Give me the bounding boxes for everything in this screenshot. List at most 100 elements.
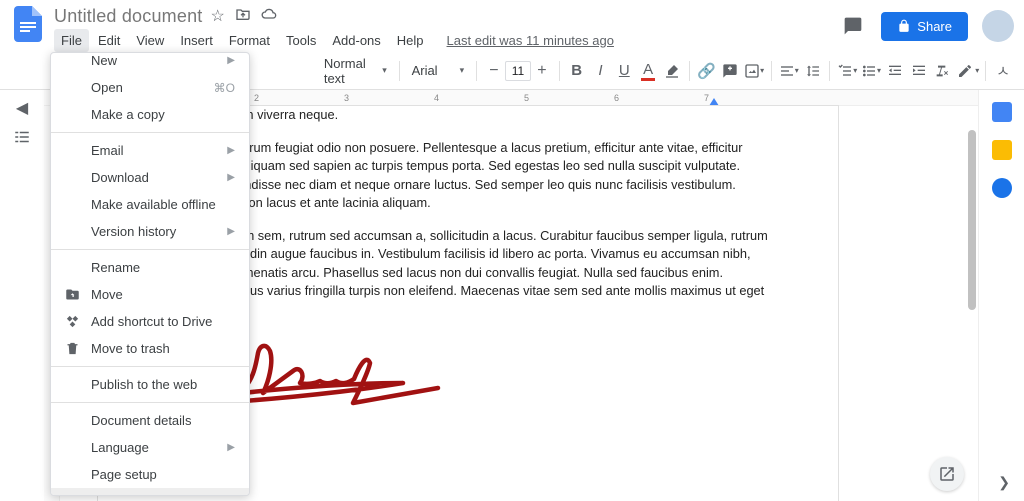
decrease-indent-button[interactable] [884,58,906,84]
checklist-button[interactable]: ▾ [836,58,858,84]
file-menu-item[interactable]: Version history ▶ [51,218,249,245]
menu-item-label: Language [91,440,217,455]
menu-item-label: Download [91,170,217,185]
paragraph: Morbi in viverra neque. [208,106,768,125]
menu-addons[interactable]: Add-ons [325,29,387,52]
docs-logo[interactable] [10,6,46,42]
menu-item-label: Make a copy [91,107,235,122]
menu-item-label: Version history [91,224,217,239]
trash-icon [63,341,81,356]
bold-button[interactable]: B [566,58,588,84]
file-menu-item[interactable]: Make a copy [51,101,249,128]
clear-formatting-button[interactable] [931,58,953,84]
last-edit-link[interactable]: Last edit was 11 minutes ago [447,33,614,48]
outline-toggle-icon[interactable]: ◀ [16,98,28,118]
open-comments-button[interactable] [839,12,867,40]
menu-insert[interactable]: Insert [173,29,220,52]
insert-link-button[interactable]: 🔗 [696,58,718,84]
submenu-arrow-icon: ▶ [227,172,235,183]
star-icon[interactable]: ☆ [210,6,224,27]
share-label: Share [917,19,952,34]
line-spacing-button[interactable] [802,58,824,84]
move-folder-icon[interactable] [235,6,251,27]
file-menu-item[interactable]: Make available offline [51,191,249,218]
italic-button[interactable]: I [590,58,612,84]
drive-status-icon[interactable] [261,6,277,27]
share-button[interactable]: Share [881,12,968,41]
left-rail: ◀ [0,90,44,501]
menu-item-label: Make available offline [91,197,235,212]
bulleted-list-button[interactable]: ▾ [860,58,882,84]
menubar: File Edit View Insert Format Tools Add-o… [54,29,839,52]
hide-menus-button[interactable]: ㅅ [992,58,1014,84]
paragraph: Sed rutrum feugiat odio non posuere. Pel… [208,139,768,213]
print-icon [63,494,81,496]
header-bar: Untitled document ☆ File Edit View Inser… [0,0,1024,52]
document-title[interactable]: Untitled document [54,6,202,27]
file-menu-item[interactable]: Publish to the web [51,371,249,398]
paragraph-style-select[interactable]: Normal text ▾ [318,58,393,84]
shortcut-icon [63,314,81,329]
menu-item-label: Rename [91,260,235,275]
paragraph: In lorem sem, rutrum sed accumsan a, sol… [208,227,768,320]
align-button[interactable]: ▾ [778,58,800,84]
file-menu-item[interactable]: Move to trash [51,335,249,362]
menu-item-label: Email [91,143,217,158]
menu-item-label: Open [91,80,204,95]
menu-item-label: Publish to the web [91,377,235,392]
vertical-scrollbar[interactable] [968,130,976,310]
submenu-arrow-icon: ▶ [227,442,235,453]
menu-item-label: Document details [91,413,235,428]
side-panel [978,90,1024,501]
move-icon [63,287,81,302]
file-menu-item[interactable]: Open ⌘O [51,74,249,101]
file-menu-item[interactable]: Move [51,281,249,308]
show-side-panel-button[interactable]: ❯ [998,474,1010,491]
increase-indent-button[interactable] [908,58,930,84]
account-avatar[interactable] [982,10,1014,42]
menu-item-shortcut: ⌘P [215,495,235,497]
menu-view[interactable]: View [129,29,171,52]
file-menu-item[interactable]: New ▶ [51,53,249,74]
font-size-increase[interactable]: + [531,62,553,80]
keep-app-icon[interactable] [992,140,1012,160]
file-menu-item[interactable]: Language ▶ [51,434,249,461]
underline-button[interactable]: U [613,58,635,84]
font-size-value[interactable]: 11 [505,61,531,81]
add-comment-button[interactable] [719,58,741,84]
title-area: Untitled document ☆ File Edit View Inser… [54,6,839,52]
submenu-arrow-icon: ▶ [227,145,235,156]
text-color-button[interactable]: A [637,58,659,84]
menu-format[interactable]: Format [222,29,277,52]
file-menu-item[interactable]: Print ⌘P [51,488,249,496]
file-menu-item[interactable]: Page setup [51,461,249,488]
editing-mode-button[interactable]: ▾ [957,58,979,84]
highlight-color-button[interactable] [661,58,683,84]
signature-drawing[interactable] [208,333,768,429]
calendar-app-icon[interactable] [992,102,1012,122]
menu-item-label: Print [91,494,205,496]
menu-item-label: Add shortcut to Drive [91,314,235,329]
menu-item-label: Move to trash [91,341,235,356]
explore-button[interactable] [930,457,964,491]
menu-item-label: Move [91,287,235,302]
file-menu-dropdown: New ▶ Open ⌘O Make a copy Email ▶ Downlo… [50,52,250,496]
menu-tools[interactable]: Tools [279,29,323,52]
file-menu-item[interactable]: Download ▶ [51,164,249,191]
insert-image-button[interactable]: ▾ [743,58,765,84]
tasks-app-icon[interactable] [992,178,1012,198]
font-size-decrease[interactable]: − [483,62,505,80]
menu-item-shortcut: ⌘O [214,81,235,95]
menu-file[interactable]: File [54,29,89,52]
header-right: Share [839,6,1014,42]
outline-list-icon[interactable] [13,128,31,151]
font-family-select[interactable]: Arial ▾ [406,58,471,84]
menu-help[interactable]: Help [390,29,431,52]
submenu-arrow-icon: ▶ [227,55,235,66]
menu-edit[interactable]: Edit [91,29,127,52]
file-menu-item[interactable]: Rename [51,254,249,281]
file-menu-item[interactable]: Document details [51,407,249,434]
file-menu-item[interactable]: Email ▶ [51,137,249,164]
font-size-control: − 11 + [483,61,553,81]
file-menu-item[interactable]: Add shortcut to Drive [51,308,249,335]
